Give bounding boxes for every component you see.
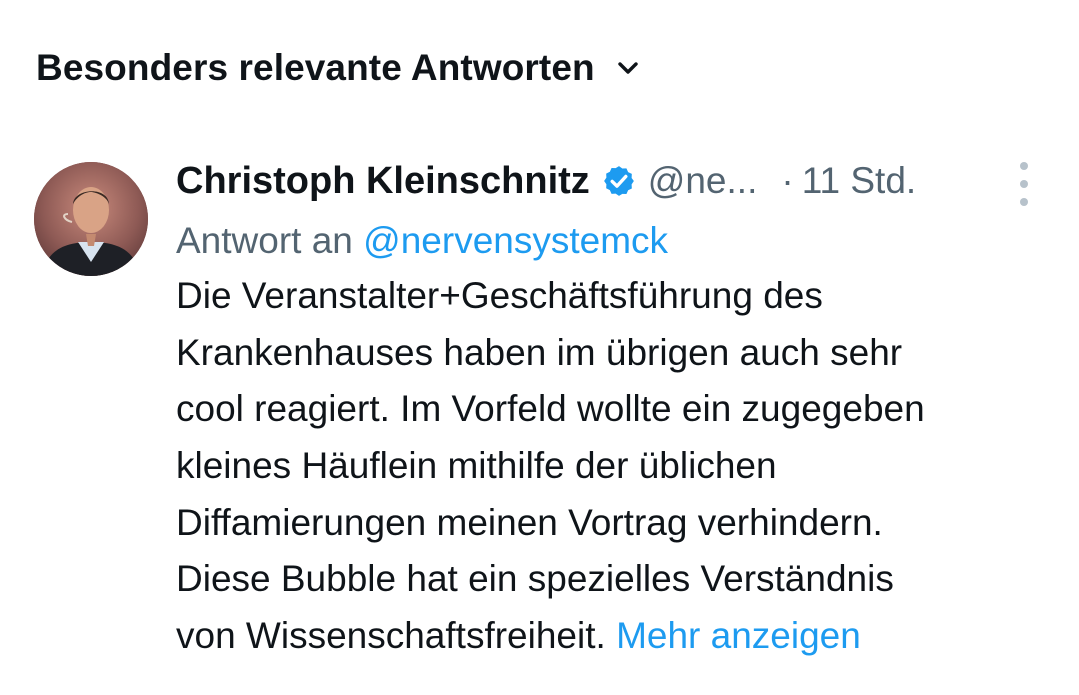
tweet-text-line: von Wissenschaftsfreiheit. [176, 615, 606, 657]
show-more-link[interactable]: Mehr anzeigen [616, 615, 861, 656]
reply-prefix: Antwort an [176, 220, 353, 261]
avatar[interactable] [34, 162, 148, 276]
author-display-name[interactable]: Christoph Kleinschnitz [176, 160, 590, 203]
tweet-timestamp[interactable]: 11 Std. [802, 160, 917, 202]
tweet-text-line: Diese Bubble hat ein spezielles Verständ… [176, 558, 894, 600]
sort-replies-label: Besonders relevante Antworten [36, 47, 595, 88]
reply-context: Antwort an @nervensystemck [176, 212, 1056, 270]
verified-badge-icon[interactable] [602, 164, 636, 198]
more-options-icon[interactable] [1012, 162, 1036, 206]
chevron-down-icon [618, 62, 638, 74]
tweet-text-line: cool reagiert. Im Vorfeld wollte ein zug… [176, 388, 925, 430]
tweet-text-line: Die Veranstalter+Geschäftsführung des [176, 275, 823, 316]
meta-separator: · [781, 160, 794, 201]
reply-tweet[interactable]: Christoph Kleinschnitz @ne... · 11 Std. … [0, 150, 1079, 695]
sort-replies-dropdown[interactable]: Besonders relevante Antworten [36, 44, 639, 92]
tweet-text-last-line: von Wissenschaftsfreiheit. Mehr anzeigen [176, 608, 1056, 665]
tweet-text-line: Diffamierungen meinen Vortrag verhindern… [176, 501, 883, 543]
tweet-text: Die Veranstalter+Geschäftsführung des Kr… [176, 268, 1056, 665]
tweet-text-line: kleines Häuflein mithilfe der üblichen [176, 445, 777, 487]
reply-to-mention-link[interactable]: @nervensystemck [363, 220, 668, 261]
tweet-text-line: Krankenhauses haben im übrigen auch sehr [176, 331, 903, 373]
tweet-meta: Christoph Kleinschnitz @ne... · 11 Std. [176, 150, 1056, 212]
author-handle[interactable]: @ne... [648, 160, 758, 202]
